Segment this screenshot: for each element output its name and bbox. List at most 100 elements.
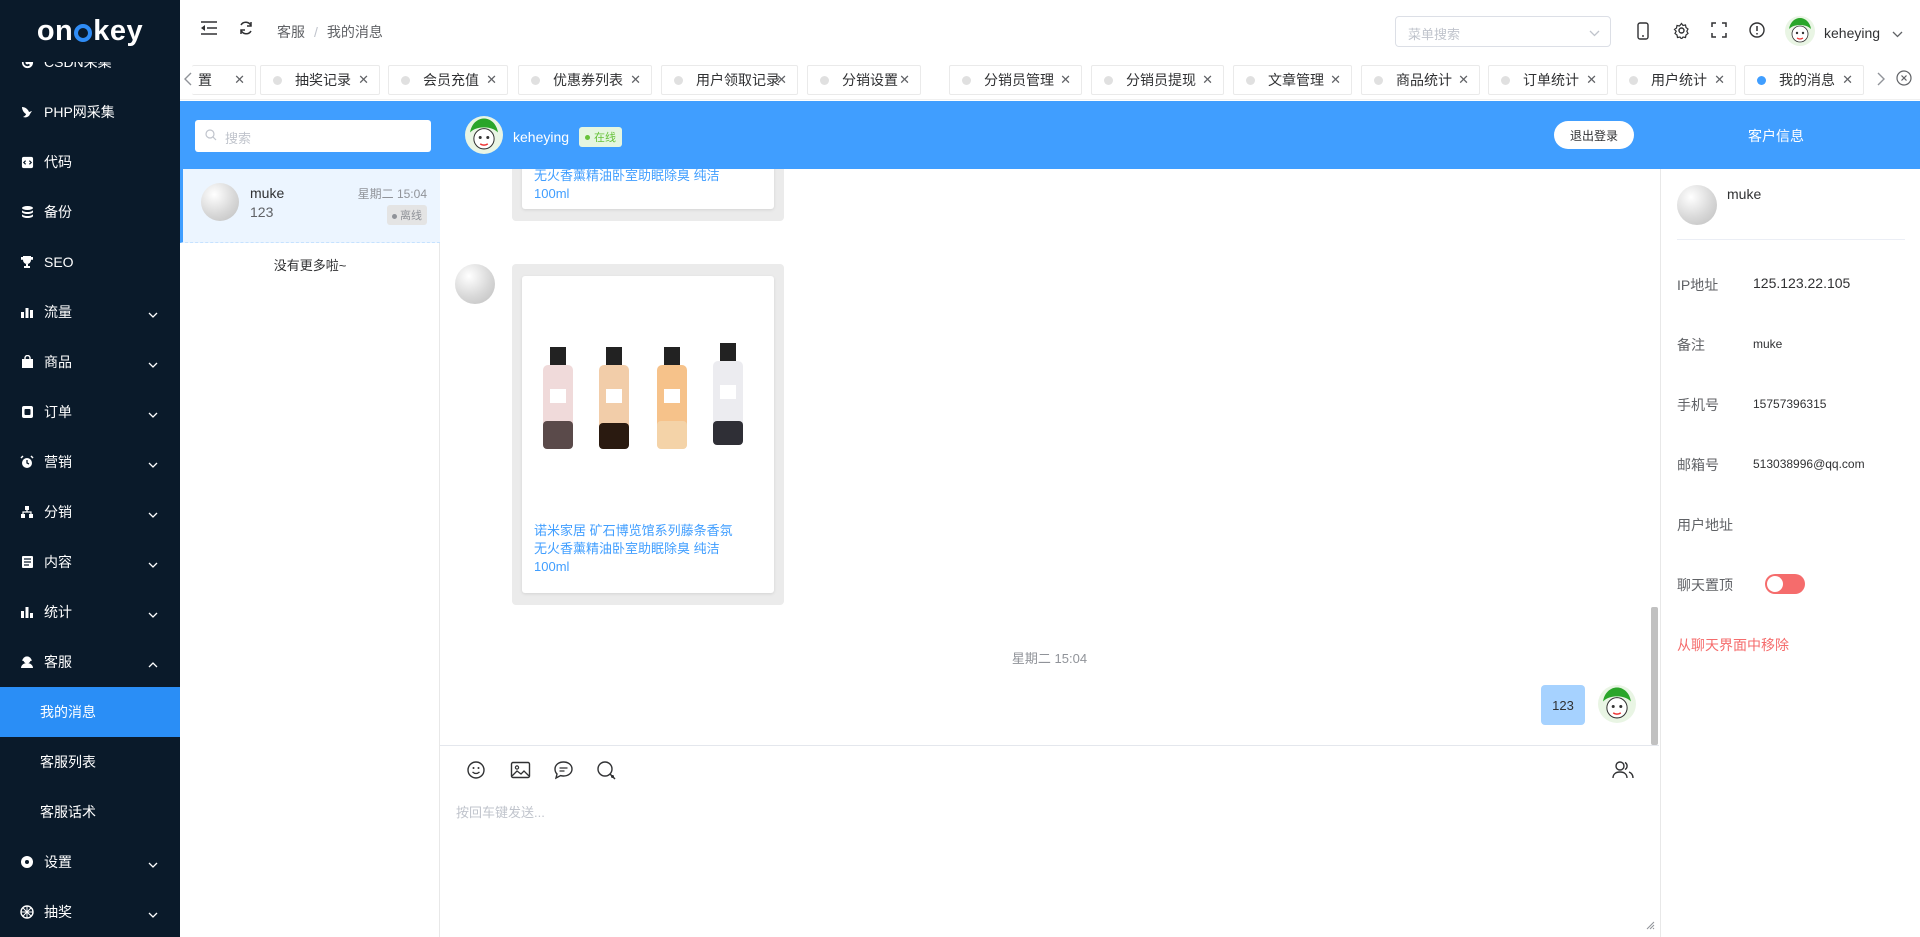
tab-distributor-manage[interactable]: 分销员管理 ✕ — [949, 65, 1082, 95]
image-icon[interactable] — [510, 760, 531, 783]
logo[interactable]: on key — [0, 0, 180, 62]
info-icon[interactable] — [1749, 22, 1765, 41]
tab-label: 用户统计 — [1651, 72, 1707, 88]
menu-search-select[interactable]: 菜单搜索 — [1395, 16, 1611, 47]
close-icon[interactable]: ✕ — [486, 72, 497, 88]
tab-distributor-withdraw[interactable]: 分销员提现 ✕ — [1091, 65, 1224, 95]
fullscreen-icon[interactable] — [1711, 22, 1727, 41]
logout-button[interactable]: 退出登录 — [1554, 121, 1634, 149]
user-menu[interactable]: keheying — [1785, 16, 1903, 49]
sidebar-menu: CSDN采集 PHP网采集 代码 备份 SEO 流量 商品 订单 营销 分销 内… — [0, 37, 180, 937]
agent-name: keheying — [513, 128, 570, 145]
sidebar-item-goods[interactable]: 商品 — [0, 337, 180, 387]
collapse-menu-icon[interactable] — [200, 20, 218, 39]
tab-order-stats[interactable]: 订单统计 ✕ — [1488, 65, 1608, 95]
tab-label: 我的消息 — [1779, 72, 1835, 88]
close-icon[interactable]: ✕ — [1842, 72, 1853, 88]
tab-user-stats[interactable]: 用户统计 ✕ — [1616, 65, 1736, 95]
field-label: 备注 — [1677, 337, 1705, 353]
product-title: 无火香薰精油卧室助眠除臭 纯洁 — [534, 541, 720, 556]
tab-distribution-settings[interactable]: 分销设置 ✕ — [807, 65, 921, 95]
bird-icon — [20, 105, 34, 119]
quick-reply-icon[interactable] — [553, 760, 574, 783]
sidebar-item-traffic[interactable]: 流量 — [0, 287, 180, 337]
remove-from-chat-link[interactable]: 从聊天界面中移除 — [1677, 635, 1789, 655]
info-row-email: 邮箱号 513038996@qq.com — [1677, 455, 1865, 475]
mobile-icon[interactable] — [1636, 22, 1650, 43]
close-icon[interactable]: ✕ — [234, 72, 245, 88]
sidebar-item-backup[interactable]: 备份 — [0, 187, 180, 237]
tab-goods-stats[interactable]: 商品统计 ✕ — [1361, 65, 1480, 95]
close-icon[interactable]: ✕ — [1714, 72, 1725, 88]
sidebar-item-label: 设置 — [44, 854, 72, 870]
close-icon[interactable]: ✕ — [899, 72, 910, 88]
tab-articles[interactable]: 文章管理 ✕ — [1233, 65, 1352, 95]
close-icon[interactable]: ✕ — [1330, 72, 1341, 88]
trophy-icon — [20, 255, 34, 269]
chevron-down-icon — [1589, 25, 1600, 40]
sidebar-item-orders[interactable]: 订单 — [0, 387, 180, 437]
alarm-icon — [20, 455, 34, 469]
status-text: 离线 — [400, 210, 422, 222]
tab-lottery-records[interactable]: 抽奖记录 ✕ — [260, 65, 380, 95]
tab-user-claims[interactable]: 用户领取记录 ✕ — [661, 65, 798, 95]
pin-toggle[interactable] — [1765, 574, 1805, 594]
product-title: 诺米家居 矿石博览馆系列藤条香氛 — [534, 523, 733, 538]
sidebar-item-distribution[interactable]: 分销 — [0, 487, 180, 537]
resize-handle-icon[interactable] — [1646, 917, 1655, 933]
transfer-user-icon[interactable] — [1612, 760, 1634, 783]
close-icon[interactable]: ✕ — [1060, 72, 1071, 88]
gear-icon[interactable] — [1673, 22, 1690, 42]
conversation-list: muke 123 星期二 15:04 离线 没有更多啦~ — [180, 169, 440, 937]
close-icon[interactable]: ✕ — [630, 72, 641, 88]
sidebar-item-label: 客服 — [44, 654, 72, 670]
customer-info-title: 客户信息 — [1748, 128, 1804, 144]
sidebar-item-agent-list[interactable]: 客服列表 — [0, 737, 180, 787]
chevron-right-icon[interactable] — [1877, 72, 1885, 89]
sidebar-item-php[interactable]: PHP网采集 — [0, 87, 180, 137]
sidebar-item-label: 订单 — [44, 404, 72, 420]
breadcrumb-item[interactable]: 客服 — [277, 24, 305, 40]
sidebar-item-label: 抽奖 — [44, 904, 72, 920]
scrollbar-thumb[interactable] — [1651, 607, 1658, 745]
chevron-left-icon[interactable] — [184, 72, 192, 89]
sidebar-item-label: 分销 — [44, 504, 72, 520]
search-input[interactable]: 搜索 — [195, 120, 431, 152]
conversation-time: 星期二 15:04 — [357, 187, 427, 201]
close-icon[interactable]: ✕ — [1458, 72, 1469, 88]
close-icon[interactable]: ✕ — [776, 72, 787, 88]
product-image — [534, 276, 762, 516]
tab-my-messages[interactable]: 我的消息 ✕ — [1744, 65, 1864, 95]
sidebar-item-support[interactable]: 客服 — [0, 637, 180, 687]
tab-label: 置 — [198, 72, 212, 88]
sidebar-item-stats[interactable]: 统计 — [0, 587, 180, 637]
product-card[interactable]: 无火香薰精油卧室助眠除臭 纯洁 100ml — [512, 169, 784, 221]
no-more-text: 没有更多啦~ — [273, 258, 347, 273]
sidebar-item-marketing[interactable]: 营销 — [0, 437, 180, 487]
sidebar-item-code[interactable]: 代码 — [0, 137, 180, 187]
message-input[interactable]: 按回车键发送... — [456, 802, 545, 821]
info-row-address: 用户地址 — [1677, 515, 1733, 535]
close-icon[interactable]: ✕ — [1202, 72, 1213, 88]
tabs-bar: 置 ✕ 抽奖记录 ✕ 会员充值 ✕ 优惠券列表 ✕ 用户领取记录 ✕ 分销设置 ✕ 分销员管… — [180, 62, 1920, 100]
tab-coupons[interactable]: 优惠券列表 ✕ — [518, 65, 652, 95]
avatar — [455, 264, 495, 304]
search-product-icon[interactable] — [596, 760, 617, 783]
close-icon[interactable]: ✕ — [358, 72, 369, 88]
document-icon — [20, 555, 34, 569]
tab-settings-partial[interactable]: 置 ✕ — [192, 65, 256, 95]
sidebar-item-lottery[interactable]: 抽奖 — [0, 887, 180, 937]
code-icon — [20, 155, 34, 169]
close-icon[interactable]: ✕ — [1586, 72, 1597, 88]
sidebar-item-seo[interactable]: SEO — [0, 237, 180, 287]
list-item[interactable]: muke 123 星期二 15:04 离线 — [180, 169, 440, 243]
refresh-icon[interactable] — [238, 20, 254, 39]
close-all-icon[interactable] — [1896, 70, 1912, 89]
product-card[interactable]: 诺米家居 矿石博览馆系列藤条香氛 无火香薰精油卧室助眠除臭 纯洁 100ml — [512, 264, 784, 605]
tab-member-recharge[interactable]: 会员充值 ✕ — [388, 65, 508, 95]
sidebar-item-my-messages[interactable]: 我的消息 — [0, 687, 180, 737]
emoji-icon[interactable] — [466, 760, 486, 783]
sidebar-item-settings[interactable]: 设置 — [0, 837, 180, 887]
sidebar-item-content[interactable]: 内容 — [0, 537, 180, 587]
sidebar-item-scripts[interactable]: 客服话术 — [0, 787, 180, 837]
